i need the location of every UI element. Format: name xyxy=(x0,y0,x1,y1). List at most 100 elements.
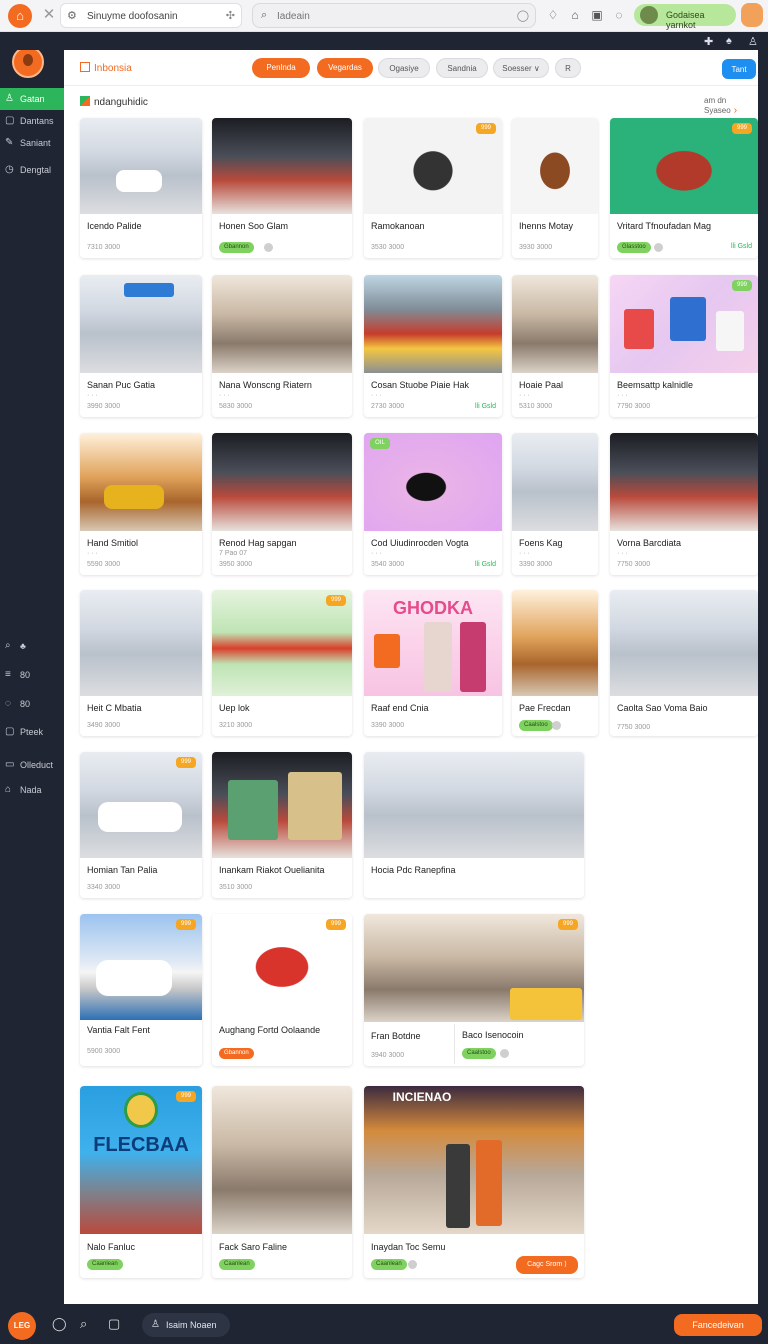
settings-icon: ⚙ xyxy=(67,10,77,22)
card[interactable]: 999 Aughang Fortd Oolaande Gbannon xyxy=(212,914,352,1066)
chip-vegardas[interactable]: Vegardas xyxy=(317,58,373,78)
circle-icon[interactable]: ◯ xyxy=(52,1316,67,1332)
sidebar-item-saniant[interactable]: ✎ Saniant xyxy=(0,132,64,154)
grid-icon[interactable]: ▣ xyxy=(588,6,606,24)
card[interactable]: 999 Fran Botdne 3940 3000 Baco Isenocoin… xyxy=(364,914,584,1066)
user-icon[interactable]: ♙ xyxy=(748,35,758,48)
sidebar-item-chat[interactable]: ◌ 80 xyxy=(0,693,64,715)
bottom-pill[interactable]: ♙ Isaim Noaen xyxy=(142,1313,230,1337)
address-bar[interactable]: ⚙ Sinuyme doofosanin ✣ xyxy=(60,3,242,28)
brand-label[interactable]: Inbonsia xyxy=(80,62,132,74)
card-title: Hocia Pdc Ranepfina xyxy=(371,865,456,875)
card[interactable]: Renod Hag sapgan 7 Pao 07 3950 3000 xyxy=(212,433,352,575)
sidebar-item-dengtal[interactable]: ◷ Dengtal xyxy=(0,159,64,181)
card-image xyxy=(512,433,598,531)
card-meta: · · · xyxy=(519,550,530,557)
card-title: Pae Frecdan xyxy=(519,703,571,713)
card[interactable]: 999 Vritard Tfnoufadan Mag Glasstoo lli … xyxy=(610,118,758,258)
bell-icon[interactable]: ♢ xyxy=(544,6,562,24)
card[interactable]: Heit C Mbatia 3490 3000 xyxy=(80,590,202,736)
profile-avatar[interactable] xyxy=(741,3,763,27)
bookmark-icon[interactable]: ▢ xyxy=(108,1316,120,1332)
card[interactable]: 999 Uep lok 3210 3000 xyxy=(212,590,352,736)
card-title: Beemsattp kalnidle xyxy=(617,380,694,390)
card[interactable]: Caolta Sao Voma Baio 7750 3000 xyxy=(610,590,758,736)
card-title: Caolta Sao Voma Baio xyxy=(617,703,708,713)
store-window xyxy=(228,780,278,840)
card[interactable]: Hand Smitiol · · · 5590 3000 xyxy=(80,433,202,575)
card[interactable]: Hoaie Paal · · · 5310 3000 xyxy=(512,275,598,417)
card[interactable]: Sanan Puc Gatia · · · 3990 3000 xyxy=(80,275,202,417)
address-text: Sinuyme doofosanin xyxy=(87,11,178,22)
chip-sandnia[interactable]: Sandnia xyxy=(436,58,488,78)
card[interactable]: INCIENAO Inaydan Toc Semu Caanlean Cagc … xyxy=(364,1086,584,1278)
extension-icon[interactable]: ✣ xyxy=(226,9,235,22)
user-pill[interactable]: Godaisea yarnkot xyxy=(634,4,736,30)
card[interactable]: Foens Kag · · · 3390 3000 xyxy=(512,433,598,575)
bottom-logo-icon[interactable]: LEG xyxy=(8,1312,36,1340)
sidebar-item-gatan[interactable]: ♙ Gatan xyxy=(0,88,64,110)
card[interactable]: Icendo Palide 7310 3000 xyxy=(80,118,202,258)
card[interactable]: Nana Wonscng Riatern · · · 5830 3000 xyxy=(212,275,352,417)
search-box[interactable]: ⌕ ◯ xyxy=(252,3,536,28)
section-title: ndanguhidic xyxy=(80,96,148,108)
card[interactable]: Pae Frecdan Caalstoo xyxy=(512,590,598,736)
poster-title: FLECBAA xyxy=(93,1134,189,1156)
clear-icon[interactable]: ◯ xyxy=(517,9,529,22)
bottom-action-button[interactable]: Fancedeivan xyxy=(674,1314,762,1336)
card-title: Foens Kag xyxy=(519,538,563,548)
card[interactable]: OIL Cod Uiudinrocden Vogta · · · 3540 30… xyxy=(364,433,502,575)
promo-sign xyxy=(510,988,582,1020)
card[interactable]: FLECBAA 999 Nalo Fanluc Caanlean xyxy=(80,1086,202,1278)
card-price: 5590 3000 xyxy=(87,561,121,568)
primary-button[interactable]: Tant xyxy=(722,59,756,79)
card-meta: 7 Pao 07 xyxy=(219,550,248,557)
info-icon xyxy=(500,1049,509,1058)
card-title: Nalo Fanluc xyxy=(87,1242,136,1252)
chip-r[interactable]: R xyxy=(555,58,581,78)
card[interactable]: 999 Homian Tan Palia 3340 3000 xyxy=(80,752,202,898)
card-price: 3950 3000 xyxy=(219,561,253,568)
card[interactable]: 999 Beemsattp kalnidle · · · 7790 3000 xyxy=(610,275,758,417)
sidebar-item-nada[interactable]: ⌂ Nada xyxy=(0,779,64,801)
card[interactable]: GHODKA Raaf end Cnia 3390 3000 xyxy=(364,590,502,736)
chip-penlnda[interactable]: Penlnda xyxy=(252,58,310,78)
card[interactable]: Inankam Riakot Ouelianita 3510 3000 xyxy=(212,752,352,898)
bell-icon[interactable]: ♠ xyxy=(726,35,732,47)
status-badge: Caanlean xyxy=(219,1259,255,1270)
card[interactable]: 999 Vantia Falt Fent 5900 3000 xyxy=(80,914,202,1066)
card[interactable]: Hocia Pdc Ranepfina xyxy=(364,752,584,898)
sidebar-item-search[interactable]: ⌕ ♣ xyxy=(0,635,64,657)
card[interactable]: Vorna Barcdiata · · · 7750 3000 xyxy=(610,433,758,575)
sidebar-item-label: 80 xyxy=(20,699,31,709)
sidebar-item-olleduct[interactable]: ▭ Olleduct xyxy=(0,754,64,776)
card[interactable]: Ihenns Motay 3930 3000 xyxy=(512,118,598,258)
card[interactable]: Fack Saro Faline Caanlean xyxy=(212,1086,352,1278)
card[interactable]: 999 Ramokanoan 3530 3000 xyxy=(364,118,502,258)
search-icon: ⌕ xyxy=(5,640,11,651)
card-tag: 999 xyxy=(326,595,346,606)
card-title: Baco Isenocoin xyxy=(462,1030,524,1040)
chip-ogasiye[interactable]: Ogasiye xyxy=(378,58,430,78)
search-input[interactable] xyxy=(277,8,507,24)
close-icon[interactable]: ✕ xyxy=(40,6,58,24)
pin-icon[interactable]: ✚ xyxy=(704,35,713,48)
card-title: Fack Saro Faline xyxy=(219,1242,288,1252)
card[interactable]: Cosan Stuobe Piaie Hak · · · 2730 3000 l… xyxy=(364,275,502,417)
search-icon[interactable]: ⌕ xyxy=(80,1316,87,1332)
see-all-text: am dn Syaseo xyxy=(704,96,731,115)
sidebar-profile-avatar[interactable] xyxy=(12,46,44,78)
sidebar-item-dantans[interactable]: ▢ Dantans xyxy=(0,110,64,132)
card-title: Renod Hag sapgan xyxy=(219,538,297,548)
card-image xyxy=(364,914,584,1022)
home-icon[interactable]: ⌂ xyxy=(566,6,584,24)
app-logo-icon[interactable]: ⌂ xyxy=(8,4,32,28)
cta-button[interactable]: Cagc Srom ⟩ xyxy=(516,1256,578,1274)
sidebar-item-pteek[interactable]: ▢ Pteek xyxy=(0,721,64,743)
see-all-link[interactable]: am dn Syaseo › xyxy=(704,96,758,116)
chat-icon[interactable]: ◌ xyxy=(610,6,628,24)
chip-soesser-dropdown[interactable]: Soesser ∨ xyxy=(493,58,549,78)
home-icon: ⌂ xyxy=(5,784,12,795)
sidebar-item-list[interactable]: ≡ 80 xyxy=(0,664,64,686)
card[interactable]: Honen Soo Glam Gbannon xyxy=(212,118,352,258)
